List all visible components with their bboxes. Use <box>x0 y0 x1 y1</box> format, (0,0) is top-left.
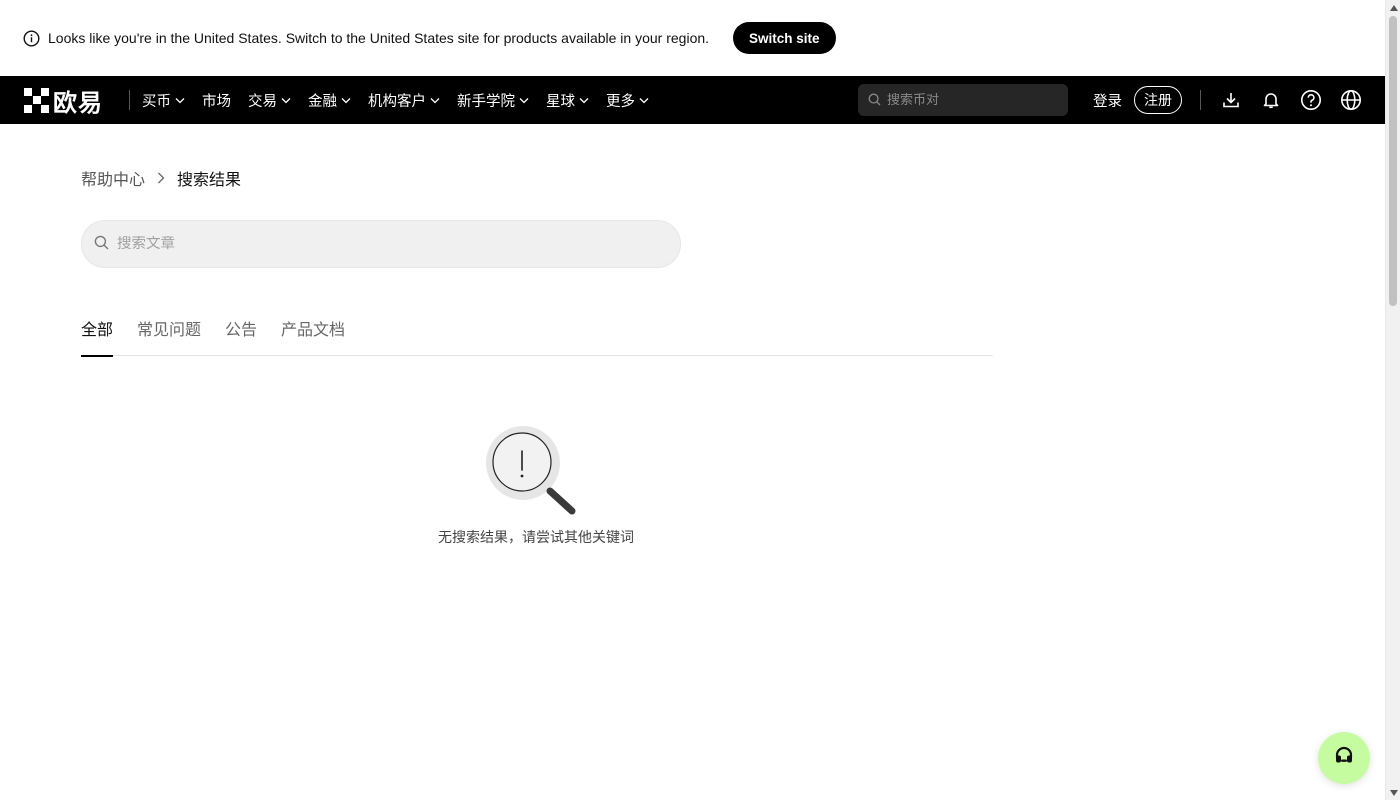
bell-icon[interactable] <box>1259 88 1283 112</box>
region-banner: Looks like you're in the United States. … <box>0 0 1385 76</box>
nav-item[interactable]: 星球 <box>546 90 589 111</box>
nav-item-label: 新手学院 <box>457 93 515 110</box>
nav-menu: 买币 市场 交易 金融 机构客户 新手学院 星球 更多 <box>142 90 666 111</box>
breadcrumb: 帮助中心 搜索结果 <box>81 166 241 190</box>
tab[interactable]: 公告 <box>225 316 257 356</box>
nav-divider <box>129 90 130 110</box>
scroll-down-icon[interactable] <box>1389 788 1398 797</box>
nav-item-label: 市场 <box>202 93 231 110</box>
search-icon <box>94 235 109 254</box>
region-message: Looks like you're in the United States. … <box>48 30 710 46</box>
empty-message: 无搜索结果，请尝试其他关键词 <box>438 530 634 546</box>
chevron-down-icon <box>175 95 185 105</box>
chevron-down-icon <box>579 95 589 105</box>
tab[interactable]: 常见问题 <box>137 316 201 356</box>
scroll-up-icon[interactable] <box>1389 3 1398 12</box>
nav-item[interactable]: 买币 <box>142 90 185 111</box>
download-icon[interactable] <box>1219 88 1243 112</box>
breadcrumb-current: 搜索结果 <box>177 170 242 189</box>
nav-item[interactable]: 金融 <box>308 90 351 111</box>
nav-item[interactable]: 市场 <box>202 90 231 111</box>
help-icon[interactable] <box>1299 88 1323 112</box>
logo[interactable]: 欧易 <box>24 76 103 124</box>
nav-item-label: 更多 <box>606 93 635 110</box>
nav-item[interactable]: 更多 <box>606 90 649 111</box>
breadcrumb-help-center[interactable]: 帮助中心 <box>81 166 145 190</box>
nav-item[interactable]: 机构客户 <box>368 90 440 111</box>
nav-item-label: 星球 <box>546 93 575 110</box>
globe-icon[interactable] <box>1339 88 1363 112</box>
pair-search-input[interactable] <box>887 92 1057 108</box>
tab[interactable]: 全部 <box>81 316 114 357</box>
magnifier-exclamation-icon <box>486 426 576 515</box>
scrollbar-thumb[interactable] <box>1389 16 1397 306</box>
headset-icon <box>1333 745 1355 771</box>
nav-divider <box>1200 90 1201 110</box>
article-search-input[interactable] <box>117 236 657 252</box>
chevron-down-icon <box>341 95 351 105</box>
chevron-down-icon <box>430 95 440 105</box>
chevron-right-icon <box>157 172 165 184</box>
nav-item-label: 机构客户 <box>368 93 426 110</box>
chevron-down-icon <box>519 95 529 105</box>
login-link[interactable]: 登录 <box>1093 90 1122 111</box>
nav-item-label: 买币 <box>142 93 171 110</box>
pair-search-box[interactable] <box>858 84 1068 116</box>
nav-item-label: 金融 <box>308 93 337 110</box>
search-icon <box>868 91 881 110</box>
result-tabs: 全部 常见问题 公告 产品文档 <box>81 316 993 357</box>
chevron-down-icon <box>281 95 291 105</box>
article-search-box[interactable] <box>81 220 681 268</box>
support-chat-button[interactable] <box>1318 732 1370 784</box>
nav-item[interactable]: 新手学院 <box>457 90 529 111</box>
info-icon <box>22 29 40 47</box>
logo-mark-icon <box>24 87 49 113</box>
nav-item-label: 交易 <box>248 93 277 110</box>
empty-state: 无搜索结果，请尝试其他关键词 <box>430 424 642 547</box>
register-button[interactable]: 注册 <box>1134 86 1182 114</box>
chevron-down-icon <box>639 95 649 105</box>
nav-item[interactable]: 交易 <box>248 90 291 111</box>
switch-site-button[interactable]: Switch site <box>733 22 836 54</box>
logo-text: 欧易 <box>53 88 103 117</box>
top-nav: 欧易 买币 市场交易 金融 机构客户 新手学院 星球 更多 登录 注册 <box>0 76 1385 124</box>
tab[interactable]: 产品文档 <box>281 316 345 356</box>
page-scrollbar[interactable] <box>1385 0 1400 800</box>
